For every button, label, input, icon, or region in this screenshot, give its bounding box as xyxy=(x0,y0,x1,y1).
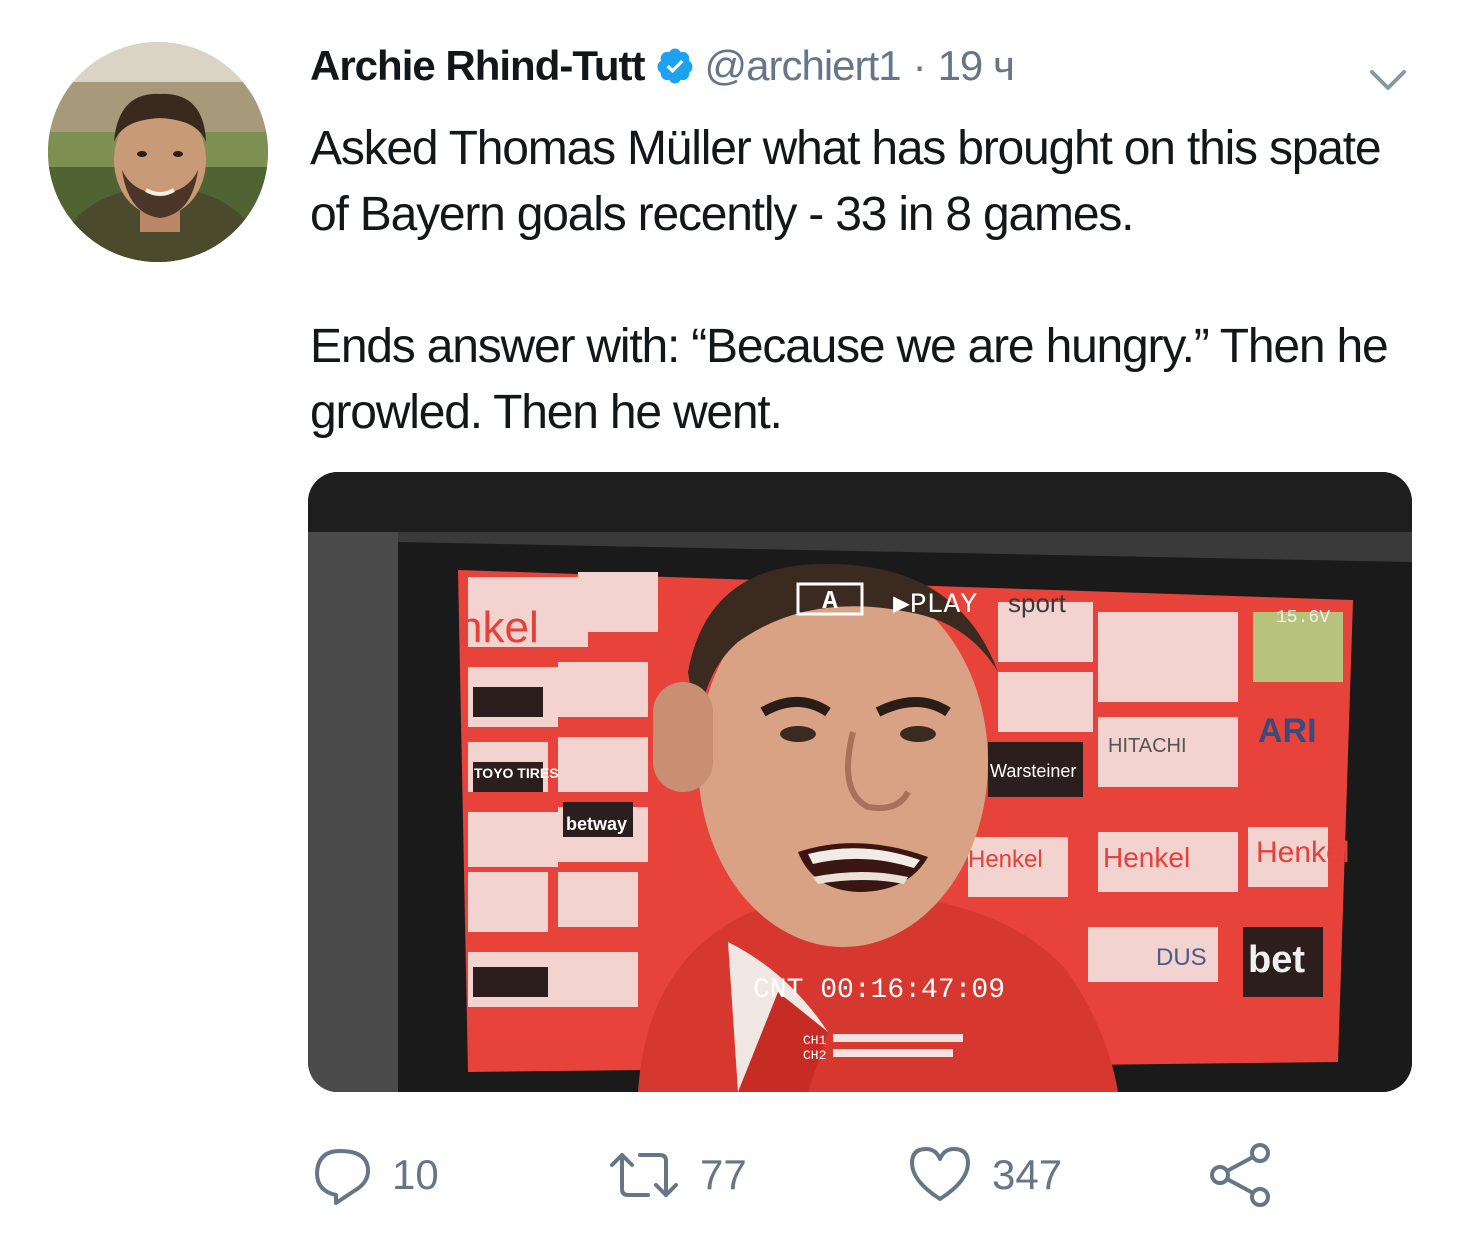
tweet-timestamp[interactable]: 19 ч xyxy=(938,42,1015,90)
board-label: Henkel xyxy=(1103,842,1190,873)
board-label: nkel xyxy=(458,603,539,652)
tweet-text-paragraph: Ends answer with: “Because we are hungry… xyxy=(310,320,1389,439)
board-label: TOYO TIRES xyxy=(474,765,559,781)
overlay-voltage: 15.6V xyxy=(1276,608,1330,628)
retweet-button[interactable]: 77 xyxy=(606,1140,747,1210)
display-name[interactable]: Archie Rhind-Tutt xyxy=(310,42,646,90)
overlay-play: ▶PLAY xyxy=(893,590,977,621)
user-handle[interactable]: @archiert1 xyxy=(705,42,902,90)
reply-icon xyxy=(310,1143,374,1207)
share-icon xyxy=(1206,1141,1274,1209)
like-button[interactable]: 347 xyxy=(906,1140,1062,1210)
verified-badge-icon xyxy=(655,46,695,86)
chevron-down-icon[interactable] xyxy=(1366,58,1410,102)
tweet-text: Asked Thomas Müller what has brought on … xyxy=(310,116,1420,446)
tweet-header: Archie Rhind-Tutt @archiert1 · 19 ч xyxy=(310,38,1015,94)
tweet-text-paragraph: Asked Thomas Müller what has brought on … xyxy=(310,122,1382,241)
retweet-icon xyxy=(606,1143,682,1207)
board-label: DUS xyxy=(1156,944,1207,971)
board-label: Warsteiner xyxy=(990,761,1076,781)
board-label: betway xyxy=(566,814,627,834)
like-count: 347 xyxy=(992,1151,1063,1198)
reply-button[interactable]: 10 xyxy=(310,1140,439,1210)
board-label: sport xyxy=(1008,588,1067,618)
board-label: HITACHI xyxy=(1108,735,1187,757)
retweet-count: 77 xyxy=(700,1151,747,1198)
separator-dot: · xyxy=(912,42,927,89)
board-label: bet xyxy=(1248,939,1305,981)
tweet: Archie Rhind-Tutt @archiert1 · 19 ч Aske… xyxy=(0,0,1460,1242)
heart-icon xyxy=(906,1143,974,1207)
overlay-counter: CNT 00:16:47:09 xyxy=(753,975,1005,1006)
media-image: A ▶PLAY CNT 00:16:47:09 CH1 CH2 15.6V nk… xyxy=(308,472,1412,1092)
overlay-mode: A xyxy=(822,586,838,616)
tweet-media-photo[interactable]: A ▶PLAY CNT 00:16:47:09 CH1 CH2 15.6V nk… xyxy=(308,472,1412,1092)
board-label: Henkel xyxy=(968,846,1043,873)
avatar[interactable] xyxy=(48,42,268,262)
share-button[interactable] xyxy=(1206,1140,1274,1210)
overlay-ch2: CH2 xyxy=(803,1048,826,1063)
avatar-image xyxy=(48,42,268,262)
reply-count: 10 xyxy=(392,1151,439,1198)
board-label: ARI xyxy=(1258,712,1317,750)
overlay-ch1: CH1 xyxy=(803,1033,827,1048)
board-label: Henkel xyxy=(1256,836,1349,869)
tweet-actions: 10 77 347 xyxy=(310,1140,1310,1210)
